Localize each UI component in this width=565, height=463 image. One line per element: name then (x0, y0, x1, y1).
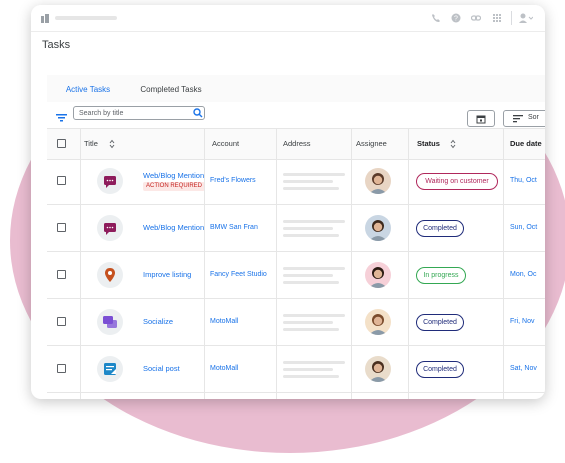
row-checkbox[interactable] (57, 270, 66, 279)
svg-text:?: ? (454, 16, 458, 23)
table-header: Title Account Address Assignee Status Du… (47, 128, 545, 160)
due-date: Sun, Oct (510, 224, 538, 231)
sort-arrows-icon[interactable] (450, 139, 456, 149)
avatar (365, 168, 391, 194)
date-filter-button[interactable] (467, 110, 495, 127)
account-icon[interactable] (519, 13, 533, 23)
comments-icon (103, 316, 117, 328)
task-title-link[interactable]: Improve listing (143, 270, 191, 279)
table-toolbar: Search by title Sor (47, 102, 545, 128)
row-checkbox[interactable] (57, 176, 66, 185)
column-divider (276, 128, 277, 399)
column-divider (80, 128, 81, 399)
avatar (365, 215, 391, 241)
col-header-status[interactable]: Status (417, 129, 440, 159)
col-header-title[interactable]: Title (84, 129, 98, 159)
tab-completed-tasks[interactable]: Completed Tasks (129, 75, 213, 105)
table-row[interactable]: Web/Blog Mention ACTION REQUIRED Fred's Fl… (47, 158, 545, 205)
account-link[interactable]: Fred's Flowers (210, 177, 256, 184)
map-pin-icon (105, 268, 115, 282)
status-badge[interactable]: Completed (416, 361, 464, 378)
address-placeholder (283, 220, 345, 241)
person-photo-icon (369, 361, 387, 382)
task-title-link[interactable]: Web/Blog Mention (143, 223, 204, 232)
status-badge[interactable]: Completed (416, 314, 464, 331)
sort-arrows-icon[interactable] (109, 139, 115, 149)
column-divider (503, 128, 504, 399)
avatar (365, 262, 391, 288)
col-header-account: Account (212, 139, 240, 148)
chat-icon (104, 223, 116, 235)
account-link[interactable]: Fancy Feet Studio (210, 271, 267, 278)
phone-icon[interactable] (431, 13, 441, 23)
post-icon (104, 363, 116, 375)
column-divider (408, 128, 409, 399)
app-window: ? Tasks Active Tasks Completed Tasks Sea… (31, 5, 545, 399)
person-photo-icon (369, 267, 387, 288)
account-link[interactable]: MotoMall (210, 318, 238, 325)
due-date: Fri, Nov (510, 318, 535, 325)
status-badge[interactable]: In progress (416, 267, 466, 284)
column-divider (204, 128, 205, 399)
building-icon[interactable] (40, 13, 50, 23)
person-photo-icon (369, 314, 387, 335)
filter-icon[interactable] (56, 114, 67, 122)
task-type-icon (97, 309, 123, 335)
address-placeholder (283, 173, 345, 194)
task-title-link[interactable]: Socialize (143, 317, 173, 326)
due-date: Sat, Nov (510, 365, 537, 372)
address-placeholder (283, 314, 345, 335)
account-link[interactable]: BMW San Fran (210, 224, 258, 231)
task-title-link[interactable]: Social post (143, 364, 180, 373)
app-name-placeholder (55, 16, 117, 20)
table-row[interactable]: Web/Blog Mention BMW San Fran Completed Sun… (47, 205, 545, 252)
search-icon[interactable] (193, 108, 203, 118)
task-title-link[interactable]: Web/Blog Mention (143, 171, 204, 180)
help-icon[interactable]: ? (451, 13, 461, 23)
table-row[interactable]: Socialize MotoMall Completed Fri, Nov (47, 299, 545, 346)
status-badge[interactable]: Completed (416, 220, 464, 237)
column-divider (351, 128, 352, 399)
select-all-checkbox[interactable] (57, 139, 66, 148)
table-row[interactable]: Improve listing Fancy Feet Studio In progr… (47, 252, 545, 299)
task-type-icon (97, 215, 123, 241)
address-placeholder (283, 267, 345, 288)
top-bar: ? (31, 5, 545, 32)
table-row[interactable]: Social post MotoMall Completed Sat, Nov (47, 346, 545, 393)
link-icon[interactable] (471, 13, 481, 23)
sort-icon (513, 115, 523, 123)
search-input[interactable]: Search by title (73, 106, 205, 120)
row-checkbox[interactable] (57, 223, 66, 232)
due-date: Thu, Oct (510, 177, 537, 184)
col-header-due-date: Due date (510, 139, 542, 148)
status-badge[interactable]: Waiting on customer (416, 173, 498, 190)
sort-button[interactable]: Sor (503, 110, 545, 127)
action-required-badge: ACTION REQUIRED (143, 182, 206, 191)
address-placeholder (283, 361, 345, 382)
person-photo-icon (369, 220, 387, 241)
due-date: Mon, Oc (510, 271, 537, 278)
task-type-icon (97, 356, 123, 382)
person-photo-icon (369, 173, 387, 194)
row-checkbox[interactable] (57, 364, 66, 373)
tasks-table: Title Account Address Assignee Status Du… (47, 128, 545, 399)
task-type-icon (97, 168, 123, 194)
row-checkbox[interactable] (57, 317, 66, 326)
col-header-address: Address (283, 139, 311, 148)
account-link[interactable]: MotoMall (210, 365, 238, 372)
page-title: Tasks (42, 39, 71, 51)
col-header-assignee: Assignee (356, 139, 387, 148)
apps-grid-icon[interactable] (492, 13, 502, 23)
topbar-divider (511, 11, 512, 25)
chat-icon (104, 176, 116, 188)
calendar-icon (476, 115, 486, 124)
task-type-icon (97, 262, 123, 288)
avatar (365, 309, 391, 335)
sort-label: Sor (528, 114, 539, 121)
avatar (365, 356, 391, 382)
